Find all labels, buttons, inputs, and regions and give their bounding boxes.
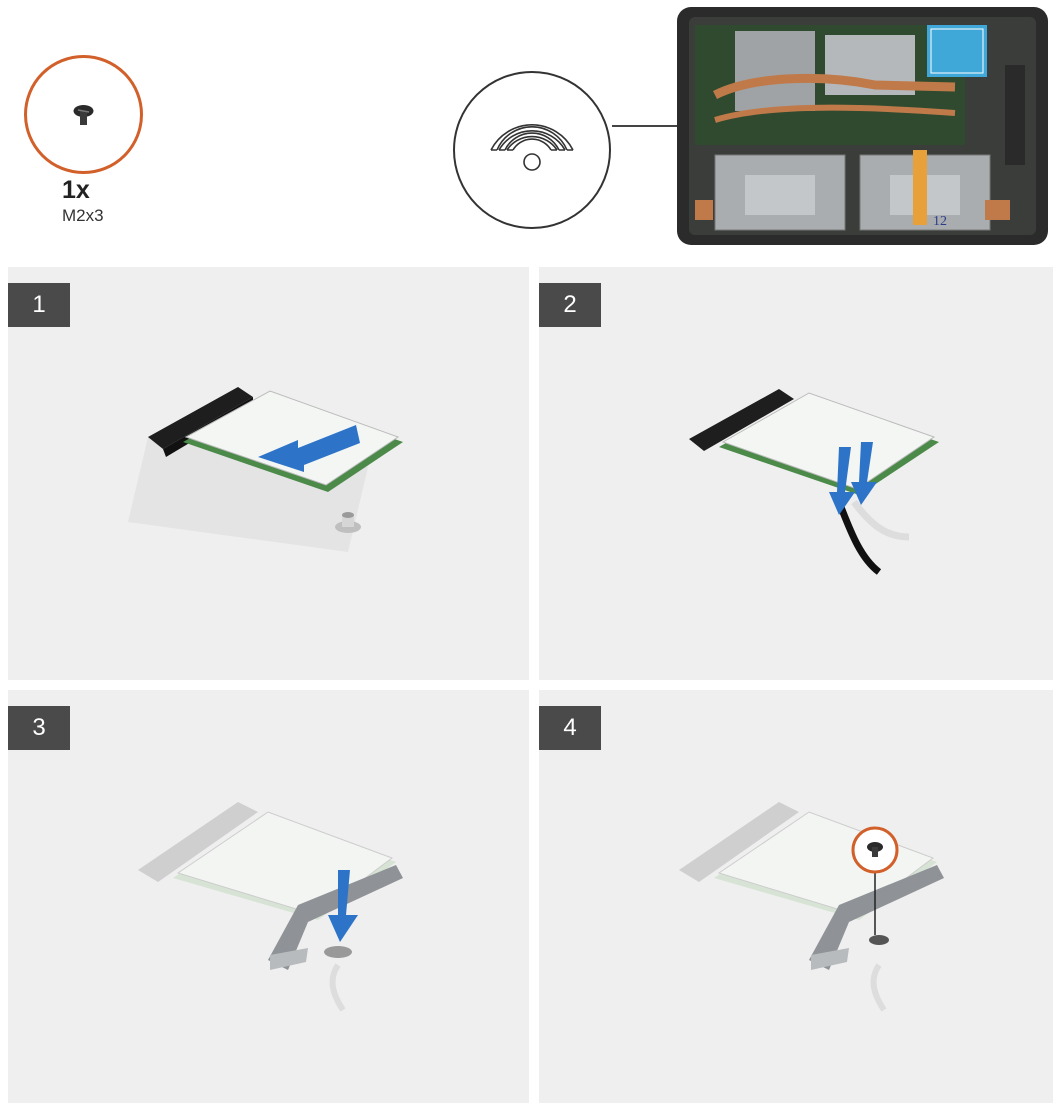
device-overview-image: 12 [677,7,1048,245]
handwriting: 12 [933,214,947,229]
step-panel-4: 4 [539,690,1053,1103]
header: 1x M2x3 12 [0,0,1053,262]
screw-quantity: 1x [62,176,90,204]
step-panel-2: 2 [539,267,1053,680]
wifi-callout [453,71,611,229]
screw-size: M2x3 [62,206,104,225]
screw-callout [24,55,143,174]
step-1-illustration [128,387,403,552]
step-4-illustration [679,802,944,1012]
step-panel-1: 1 [8,267,529,680]
step-panel-3: 3 [8,690,529,1103]
screw-callout [851,826,899,874]
step-3-illustration [138,802,403,1012]
step-2-illustration [689,389,939,575]
